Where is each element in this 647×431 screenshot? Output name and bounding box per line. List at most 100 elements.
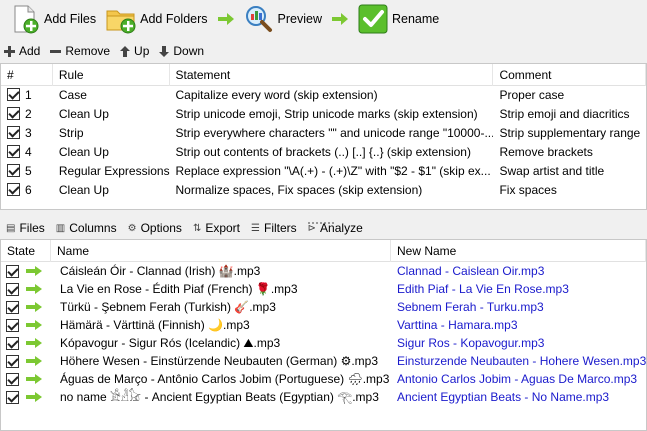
file-row[interactable]: no name 𓀀𓁐𓃠 - Ancient Egyptian Beats (Eg… bbox=[1, 388, 646, 406]
magnifier-icon bbox=[244, 4, 274, 34]
files-menu-button[interactable]: ▤ Files bbox=[6, 221, 45, 235]
file-new-name: Einsturzende Neubauten - Hohere Wesen.mp… bbox=[397, 354, 646, 368]
rule-enabled-checkbox[interactable] bbox=[7, 164, 20, 177]
rule-name: Clean Up bbox=[58, 183, 109, 197]
rule-row[interactable]: 2 Clean Up Strip unicode emoji, Strip unic… bbox=[1, 105, 646, 124]
move-up-button[interactable]: Up bbox=[120, 44, 149, 58]
filters-menu-label: Filters bbox=[263, 221, 297, 235]
arrow-right-icon bbox=[26, 338, 42, 348]
file-checkbox[interactable] bbox=[6, 318, 19, 332]
file-row[interactable]: Höhere Wesen - Einstürzende Neubauten (G… bbox=[1, 352, 646, 370]
file-new-name: Antonio Carlos Jobim - Aguas De Marco.mp… bbox=[397, 372, 638, 386]
rename-button[interactable]: Rename bbox=[354, 2, 443, 36]
add-files-button[interactable]: Add Files bbox=[6, 2, 100, 36]
col-number[interactable]: # bbox=[1, 64, 53, 86]
preview-label: Preview bbox=[277, 12, 322, 26]
file-row[interactable]: Hämärä - Värttinä (Finnish) 🌙.mp3 Varttin… bbox=[1, 316, 646, 334]
col-statement[interactable]: Statement bbox=[170, 64, 494, 86]
rule-row[interactable]: 6 Clean Up Normalize spaces, Fix spaces (s… bbox=[1, 181, 646, 200]
files-toolbar: ▤ Files ▥ Columns ⚙ Options ⇅ Export ☰ Filter… bbox=[0, 219, 647, 237]
arrow-right-icon bbox=[26, 320, 42, 330]
add-rule-button[interactable]: Add bbox=[4, 44, 40, 58]
rule-enabled-checkbox[interactable] bbox=[7, 107, 20, 120]
add-rule-label: Add bbox=[19, 44, 41, 58]
file-checkbox[interactable] bbox=[6, 282, 19, 296]
rule-row[interactable]: 4 Clean Up Strip out contents of brackets … bbox=[1, 143, 646, 162]
file-name: La Vie en Rose - Édith Piaf (French) 🌹.m… bbox=[60, 282, 298, 296]
files-body: Cáisleán Óir - Clannad (Irish) 🏰.mp3 Clan… bbox=[1, 262, 646, 406]
rule-comment: Strip supplementary range bbox=[499, 126, 641, 140]
add-folders-button[interactable]: Add Folders bbox=[102, 2, 211, 36]
filters-menu-button[interactable]: ☰ Filters bbox=[251, 221, 297, 235]
rule-name: Clean Up bbox=[58, 107, 109, 121]
analyze-icon: ⊳ bbox=[307, 222, 317, 234]
files-menu-label: Files bbox=[19, 221, 45, 235]
files-table: State Name New Name Cáisleán Óir - Clann… bbox=[0, 239, 647, 431]
main-toolbar: Add Files Add Folders Preview Rename bbox=[0, 0, 647, 38]
file-row[interactable]: Türkü - Şebnem Ferah (Turkish) 🎸.mp3 Sebn… bbox=[1, 298, 646, 316]
rule-row[interactable]: 1 Case Capitalize every word (skip extensi… bbox=[1, 86, 646, 105]
splitter-handle[interactable] bbox=[308, 213, 338, 224]
arrow-right-icon bbox=[26, 356, 42, 366]
rule-enabled-checkbox[interactable] bbox=[7, 145, 20, 158]
rule-number: 2 bbox=[25, 107, 32, 121]
export-menu-label: Export bbox=[205, 221, 241, 235]
add-files-label: Add Files bbox=[44, 12, 97, 26]
preview-button[interactable]: Preview bbox=[240, 2, 326, 36]
rename-label: Rename bbox=[391, 12, 440, 26]
add-folders-icon bbox=[106, 4, 136, 34]
rule-number: 4 bbox=[25, 145, 32, 159]
options-icon: ⚙ bbox=[127, 222, 137, 234]
rule-row[interactable]: 3 Strip Strip everywhere characters "" and… bbox=[1, 124, 646, 143]
add-folders-label: Add Folders bbox=[140, 12, 208, 26]
file-checkbox[interactable] bbox=[6, 390, 19, 404]
rule-statement: Strip unicode emoji, Strip unicode marks… bbox=[175, 107, 478, 121]
file-name: Águas de Março - Antônio Carlos Jobim (P… bbox=[60, 372, 390, 386]
filter-icon: ☰ bbox=[251, 222, 260, 234]
file-new-name: Sigur Ros - Kopavogur.mp3 bbox=[397, 336, 545, 350]
file-checkbox[interactable] bbox=[6, 300, 19, 314]
rule-comment: Remove brackets bbox=[499, 145, 593, 159]
file-checkbox[interactable] bbox=[6, 264, 19, 278]
rule-statement: Replace expression "\A(.+) - (.+)\Z" wit… bbox=[175, 164, 491, 178]
rule-row[interactable]: 5 Regular Expressions Replace expression "… bbox=[1, 162, 646, 181]
rule-enabled-checkbox[interactable] bbox=[7, 88, 20, 101]
move-down-button[interactable]: Down bbox=[159, 44, 204, 58]
remove-rule-button[interactable]: Remove bbox=[50, 44, 110, 58]
columns-menu-label: Columns bbox=[69, 221, 117, 235]
rule-number: 5 bbox=[25, 164, 32, 178]
file-row[interactable]: Cáisleán Óir - Clannad (Irish) 🏰.mp3 Clan… bbox=[1, 262, 646, 280]
file-row[interactable]: La Vie en Rose - Édith Piaf (French) 🌹.m… bbox=[1, 280, 646, 298]
col-new-name[interactable]: New Name bbox=[391, 240, 646, 262]
export-menu-button[interactable]: ⇅ Export bbox=[193, 221, 240, 235]
rule-enabled-checkbox[interactable] bbox=[7, 126, 20, 139]
file-name: Türkü - Şebnem Ferah (Turkish) 🎸.mp3 bbox=[60, 300, 276, 314]
options-menu-button[interactable]: ⚙ Options bbox=[128, 221, 182, 235]
columns-menu-button[interactable]: ▥ Columns bbox=[56, 221, 117, 235]
col-comment[interactable]: Comment bbox=[493, 64, 646, 86]
file-new-name: Edith Piaf - La Vie En Rose.mp3 bbox=[397, 282, 569, 296]
rule-enabled-checkbox[interactable] bbox=[7, 183, 20, 196]
arrow-right-icon bbox=[26, 374, 42, 384]
file-name: Hämärä - Värttinä (Finnish) 🌙.mp3 bbox=[60, 318, 250, 332]
analyze-menu-label: Analyze bbox=[320, 221, 363, 235]
file-checkbox[interactable] bbox=[6, 354, 19, 368]
analyze-menu-button[interactable]: ⊳ Analyze bbox=[308, 221, 363, 235]
rule-name: Regular Expressions bbox=[58, 164, 170, 178]
col-rule[interactable]: Rule bbox=[53, 64, 170, 86]
file-row[interactable]: Águas de Março - Antônio Carlos Jobim (P… bbox=[1, 370, 646, 388]
rule-name: Clean Up bbox=[58, 145, 109, 159]
file-checkbox[interactable] bbox=[6, 336, 19, 350]
file-name: Cáisleán Óir - Clannad (Irish) 🏰.mp3 bbox=[60, 264, 261, 278]
columns-icon: ▥ bbox=[55, 222, 66, 234]
rule-number: 6 bbox=[25, 183, 32, 197]
file-name: no name 𓀀𓁐𓃠 - Ancient Egyptian Beats (Eg… bbox=[60, 390, 379, 404]
rules-header: # Rule Statement Comment bbox=[1, 64, 646, 86]
rule-comment: Swap artist and title bbox=[499, 164, 605, 178]
col-state[interactable]: State bbox=[1, 240, 51, 262]
col-name[interactable]: Name bbox=[51, 240, 391, 262]
file-checkbox[interactable] bbox=[6, 372, 19, 386]
file-name: Kópavogur - Sigur Rós (Icelandic) ⛰.mp3 bbox=[60, 336, 281, 350]
file-row[interactable]: Kópavogur - Sigur Rós (Icelandic) ⛰.mp3 S… bbox=[1, 334, 646, 352]
rule-statement: Capitalize every word (skip extension) bbox=[175, 88, 378, 102]
